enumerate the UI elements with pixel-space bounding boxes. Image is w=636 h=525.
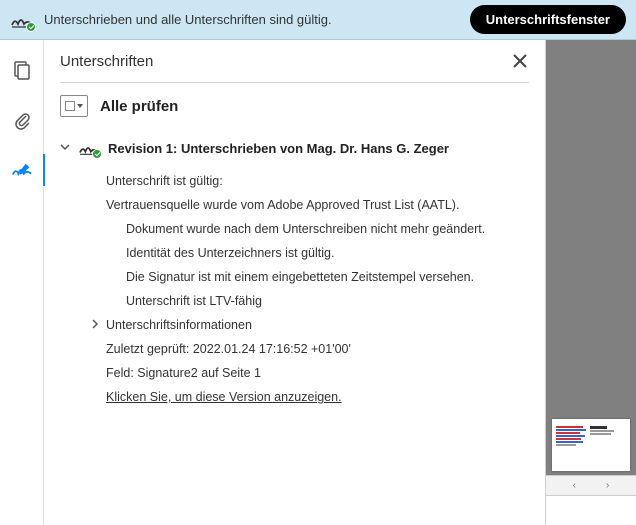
signatures-panel: Unterschriften Alle prüfen Revision 1 [44, 40, 546, 525]
detail-unchanged: Dokument wurde nach dem Unterschreiben n… [106, 217, 529, 241]
bottom-bar [546, 495, 636, 525]
close-panel-button[interactable] [511, 52, 529, 70]
page-thumbnail[interactable] [552, 419, 630, 471]
panel-title: Unterschriften [60, 53, 153, 70]
detail-valid: Unterschrift ist gültig: [106, 169, 529, 193]
signature-info-label: Unterschriftsinformationen [106, 318, 252, 332]
chevron-right-icon [90, 318, 100, 332]
banner-message: Unterschrieben und alle Unterschriften s… [44, 12, 460, 27]
detail-timestamp: Die Signatur ist mit einem eingebetteten… [106, 265, 529, 289]
detail-ltv: Unterschrift ist LTV-fähig [106, 289, 529, 313]
pages-tool[interactable] [10, 58, 34, 82]
thumbnail-nav: ‹ › [546, 475, 636, 495]
detail-field: Feld: Signature2 auf Seite 1 [106, 361, 529, 385]
signatures-tool[interactable] [10, 158, 34, 182]
view-version-link[interactable]: Klicken Sie, um diese Version anzuzeigen… [106, 385, 529, 409]
detail-trust: Vertrauensquelle wurde vom Adobe Approve… [106, 193, 529, 217]
left-tool-strip [0, 40, 44, 525]
document-preview-area: ‹ › [546, 40, 636, 525]
chevron-down-icon [60, 139, 70, 157]
signature-panel-button[interactable]: Unterschriftsfenster [470, 5, 626, 34]
signature-status-banner: Unterschrieben und alle Unterschriften s… [0, 0, 636, 40]
signature-info-toggle[interactable]: Unterschriftsinformationen [90, 313, 529, 337]
signature-valid-icon [10, 10, 34, 30]
revision-title: Revision 1: Unterschrieben von Mag. Dr. … [108, 141, 449, 156]
revision-header[interactable]: Revision 1: Unterschrieben von Mag. Dr. … [60, 133, 529, 163]
detail-identity: Identität des Unterzeichners ist gültig. [106, 241, 529, 265]
thumb-prev[interactable]: ‹ [573, 480, 576, 491]
thumb-next[interactable]: › [606, 480, 609, 491]
detail-last-checked: Zuletzt geprüft: 2022.01.24 17:16:52 +01… [106, 337, 529, 361]
attachments-tool[interactable] [10, 108, 34, 132]
check-all-label: Alle prüfen [100, 98, 178, 115]
signature-valid-icon [78, 139, 100, 157]
check-all-menu-button[interactable] [60, 95, 88, 117]
